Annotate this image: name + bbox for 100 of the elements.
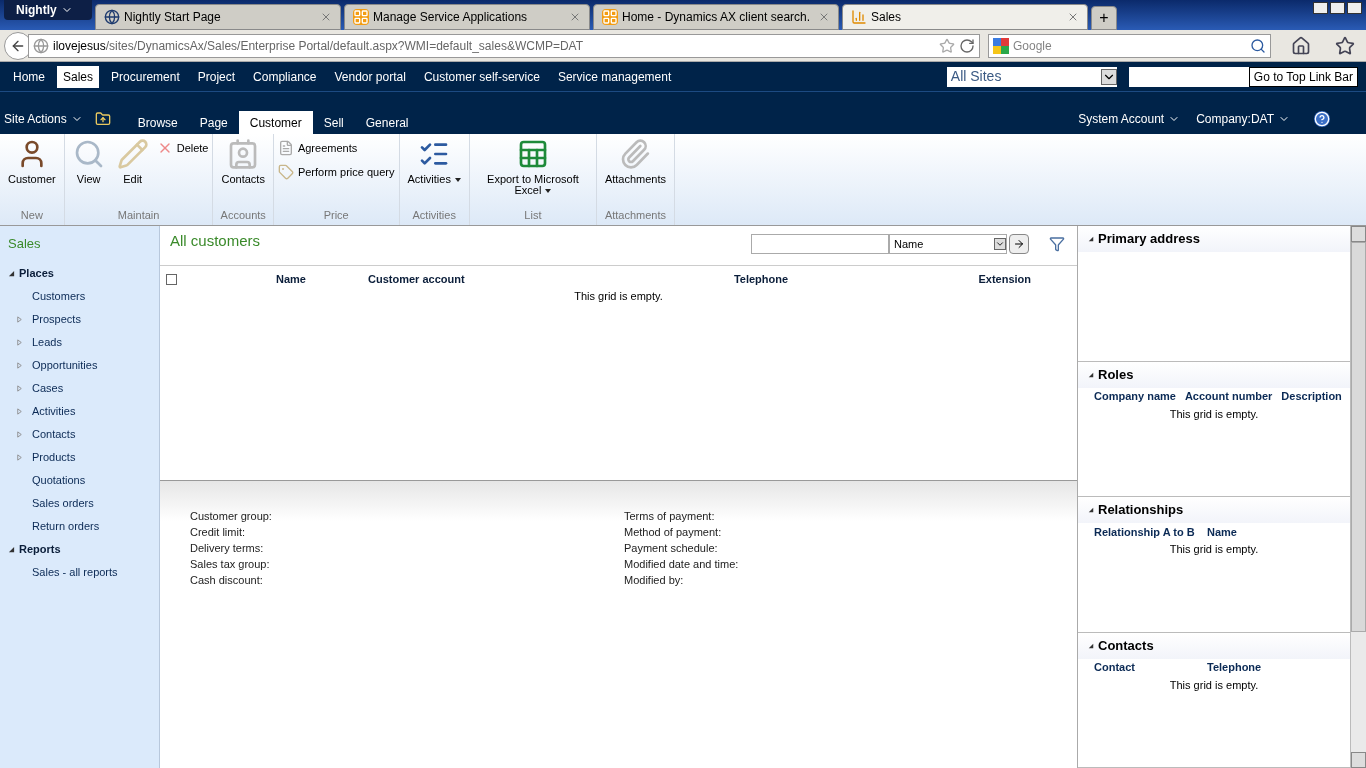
ribbon-tab[interactable]: General (354, 111, 420, 134)
field-label: Terms of payment: (624, 509, 716, 524)
browser-tab[interactable]: Home - Dynamics AX client search. (593, 4, 839, 30)
star-icon[interactable] (939, 37, 955, 54)
collapse-icon[interactable] (1088, 371, 1094, 378)
address-field[interactable]: ilovejesus/sites/DynamicsAx/Sales/Enterprise Portal/default.aspx?WMI=default_sales&WCMP=DAT (28, 33, 980, 58)
close-icon[interactable] (320, 11, 332, 23)
pencil-icon (116, 138, 149, 170)
collapse-icon[interactable] (1088, 236, 1094, 242)
top-link[interactable]: Customer self-service (417, 65, 546, 88)
search-icon[interactable] (1250, 37, 1266, 54)
column-header[interactable]: Telephone (661, 270, 861, 288)
document-icon (277, 140, 294, 156)
collapse-icon[interactable] (1088, 642, 1094, 649)
column-header[interactable]: Description (1281, 388, 1342, 405)
top-link[interactable]: Home (7, 65, 51, 88)
close-icon[interactable] (569, 11, 581, 23)
top-link[interactable]: Vendor portal (328, 65, 412, 88)
column-header[interactable]: Extension (861, 270, 1061, 288)
top-link[interactable]: Sales (57, 65, 100, 88)
column-header[interactable]: Customer account (341, 270, 641, 288)
home-icon[interactable] (1291, 35, 1311, 56)
factbox-title: Primary address (1098, 230, 1200, 249)
column-header[interactable]: Account number (1184, 388, 1273, 405)
sidebar-section[interactable]: Reports (8, 537, 159, 561)
sidebar-item[interactable]: Sales - all reports (32, 563, 118, 581)
collapse-icon[interactable] (1088, 507, 1094, 513)
field-label: Method of payment: (624, 525, 723, 540)
browser-tab[interactable]: Sales (842, 4, 1088, 30)
sidebar-item[interactable]: Quotations (32, 471, 86, 489)
sidebar-item[interactable]: Sales orders (32, 494, 94, 512)
field-label: Credit limit: (190, 525, 246, 540)
site-actions-menu[interactable]: Site Actions (4, 110, 83, 128)
browser-tab[interactable]: Manage Service Applications (344, 4, 590, 30)
collapse-icon[interactable] (8, 269, 15, 277)
ribbon-button[interactable]: Perform price query (277, 162, 395, 182)
account-menu[interactable]: System Account (1078, 110, 1181, 128)
sidebar-item[interactable]: Return orders (32, 517, 100, 535)
column-header[interactable]: Contact (1094, 659, 1198, 676)
ribbon-button[interactable]: Export to Microsoft Excel (473, 138, 592, 207)
sidebar-section[interactable]: Places (8, 261, 159, 285)
filter-input[interactable] (751, 234, 889, 254)
factbox-title: Roles (1098, 365, 1134, 384)
site-search-field[interactable] (1128, 66, 1249, 87)
close-icon[interactable] (1067, 11, 1079, 23)
google-logo-icon (993, 37, 1009, 54)
collapse-icon[interactable] (8, 545, 15, 553)
ribbon-button[interactable]: Edit (112, 138, 153, 207)
scope-dropdown[interactable]: All Sites (946, 66, 1117, 87)
ribbon-button[interactable]: Attachments (600, 138, 671, 207)
top-link[interactable]: Service management (551, 65, 678, 88)
column-header[interactable]: Company name (1094, 388, 1176, 405)
column-header[interactable]: Name (1207, 523, 1311, 541)
url-text: ilovejesus/sites/DynamicsAx/Sales/Enterprise Portal/default.aspx?WMI=default_sales&WCMP=DAT (53, 37, 584, 55)
top-link[interactable]: Procurement (105, 65, 186, 88)
search-input[interactable]: Google (1013, 36, 1246, 55)
column-header[interactable]: Relationship A to B (1094, 523, 1198, 541)
reload-icon[interactable] (959, 37, 975, 54)
new-tab-button[interactable]: + (1091, 6, 1117, 30)
scrollbar[interactable] (1350, 226, 1366, 768)
company-menu[interactable]: Company:DAT (1196, 110, 1290, 128)
field-label: Customer group: (190, 509, 273, 524)
ribbon-tab[interactable]: Browse (126, 111, 189, 134)
sidebar-item[interactable]: Contacts (32, 425, 76, 443)
ribbon-tab[interactable]: Page (188, 111, 239, 134)
sidebar-item[interactable]: Customers (32, 287, 86, 305)
column-header[interactable]: Name (241, 270, 341, 288)
group-label: Attachments (603, 207, 668, 223)
sidebar-item[interactable]: Activities (32, 402, 76, 420)
help-icon[interactable] (1314, 111, 1330, 127)
top-link[interactable]: Project (191, 65, 242, 88)
filter-icon[interactable] (1049, 236, 1065, 252)
go-button[interactable] (1009, 234, 1029, 254)
ribbon-button[interactable]: Agreements (277, 138, 395, 158)
group-label: List (523, 207, 543, 223)
bookmarks-icon[interactable] (1335, 35, 1355, 56)
ribbon-button[interactable]: Delete (156, 138, 209, 158)
ribbon-button[interactable]: View (68, 138, 109, 207)
ribbon-tab[interactable]: Customer (238, 111, 313, 134)
filter-field-dropdown[interactable]: Name (889, 234, 1007, 254)
search-field[interactable]: Google (988, 33, 1271, 58)
sidebar-item[interactable]: Prospects (32, 310, 81, 328)
ribbon-button[interactable]: Customer (4, 138, 60, 207)
folder-icon[interactable] (94, 111, 111, 127)
column-header[interactable]: Telephone (1207, 659, 1311, 676)
sidebar-item[interactable]: Opportunities (32, 356, 98, 374)
close-icon[interactable] (818, 11, 830, 23)
ribbon-tab[interactable]: Sell (312, 111, 355, 134)
app-menu-button[interactable]: Nightly (4, 0, 92, 20)
top-link[interactable]: Compliance (247, 65, 323, 88)
sidebar-title[interactable]: Sales (8, 234, 159, 254)
select-all-checkbox[interactable] (166, 273, 177, 285)
sidebar-item[interactable]: Leads (32, 333, 62, 351)
ribbon-button[interactable]: Activities (403, 138, 465, 207)
sidebar-item[interactable]: Cases (32, 379, 64, 397)
caret-icon (1100, 68, 1117, 85)
ribbon-button[interactable]: Contacts (217, 138, 269, 207)
browser-tab[interactable]: Nightly Start Page (95, 4, 341, 30)
group-label: Price (322, 207, 350, 223)
sidebar-item[interactable]: Products (32, 448, 76, 466)
